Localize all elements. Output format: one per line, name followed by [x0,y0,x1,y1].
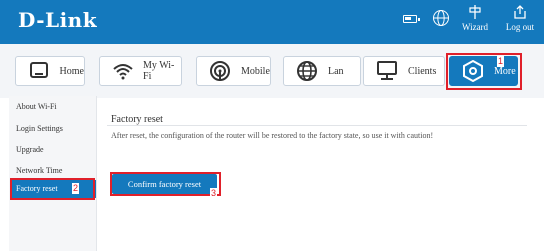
tab-label: Home [59,65,84,77]
wizard-label: Wizard [461,22,489,32]
annotation-box-confirm-button [110,172,221,196]
tab-home[interactable]: Home [15,56,85,86]
page-title: Factory reset [111,114,163,125]
annotation-number: 2 [72,183,80,194]
annotation-box-more-tab [446,53,522,90]
settings-sidebar: About Wi-Fi Login Settings Upgrade Netwo… [9,96,97,251]
tab-mobile[interactable]: Mobile [196,56,271,86]
tab-label: Mobile [241,65,270,77]
tab-lan[interactable]: Lan [283,56,361,86]
signpost-icon [469,5,481,19]
title-divider [107,125,527,126]
sidebar-item-upgrade[interactable]: Upgrade [12,145,96,154]
annotation-number: 1 [497,56,505,67]
reset-warning-text: After reset, the configuration of the ro… [111,131,434,140]
wizard-button[interactable]: Wizard [458,4,492,32]
logout-icon [514,5,526,19]
globe-icon[interactable] [432,9,450,27]
globe-icon [296,60,318,82]
mobile-signal-icon [209,60,231,82]
tab-label: Lan [328,65,344,77]
sidebar-item-login-settings[interactable]: Login Settings [12,124,96,133]
sidebar-item-about-wifi[interactable]: About Wi-Fi [12,102,96,111]
tab-label: My Wi-Fi [143,60,175,82]
tab-my-wifi[interactable]: My Wi-Fi [99,56,182,86]
monitor-icon [28,60,50,82]
logout-label: Log out [505,22,535,32]
battery-icon [403,15,420,23]
logout-button[interactable]: Log out [502,4,538,32]
clients-icon [376,60,398,82]
top-header: D-Link Wizard Log out [0,0,544,44]
dlink-logo: D-Link [18,8,98,32]
sidebar-item-network-time[interactable]: Network Time [12,166,96,175]
tab-label: Clients [408,65,437,77]
tab-clients[interactable]: Clients [363,56,445,86]
annotation-number: 3 [210,188,218,199]
wifi-icon [112,60,133,82]
annotation-box-factory-reset-item [10,178,95,200]
